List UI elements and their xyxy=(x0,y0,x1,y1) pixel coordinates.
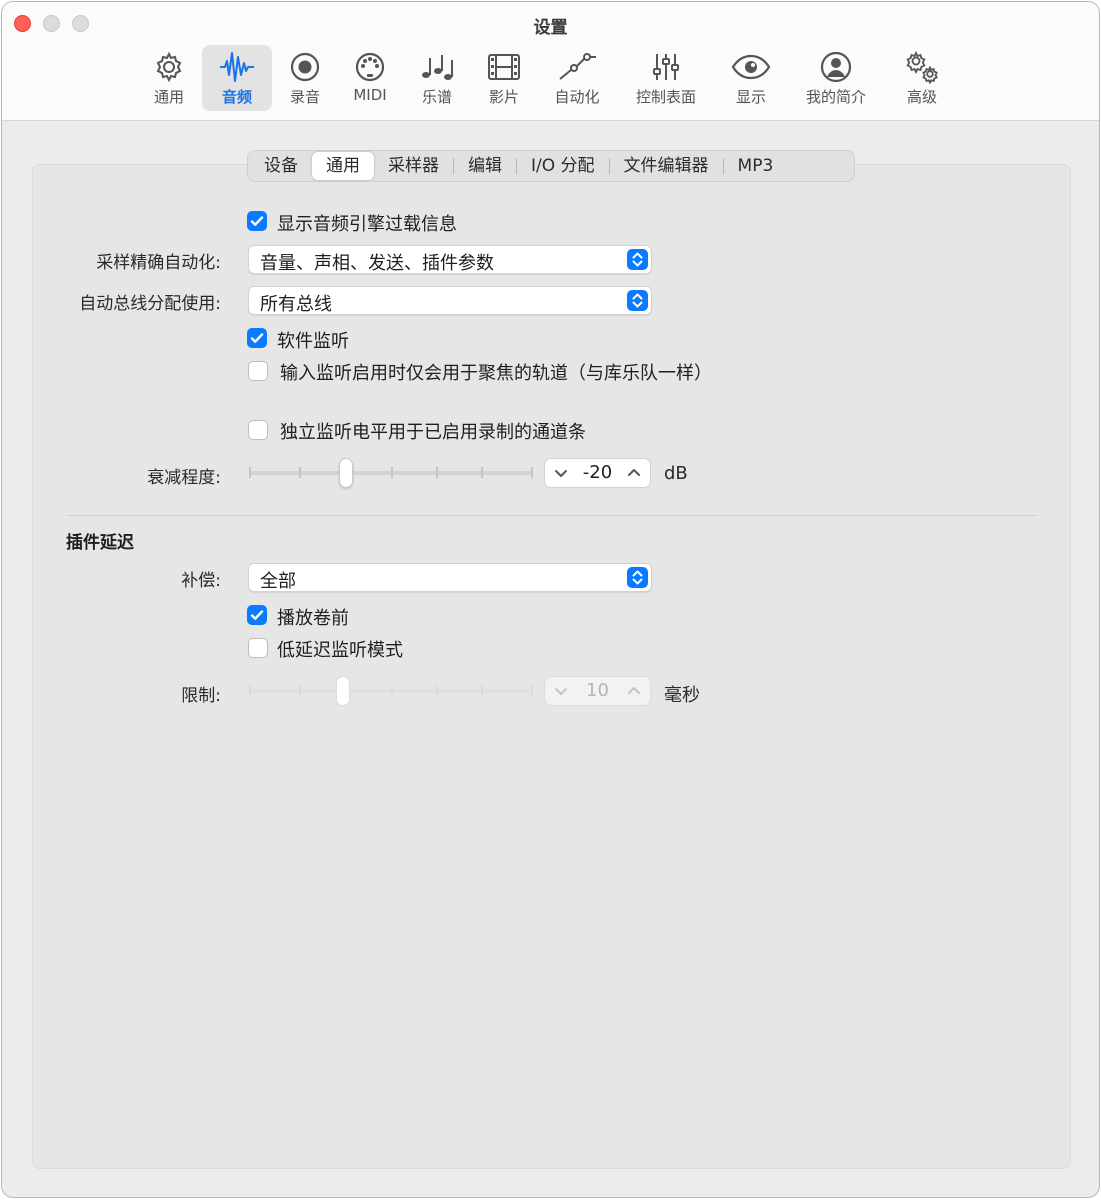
popup-chevrons-icon xyxy=(627,249,648,270)
slider-tick xyxy=(249,467,251,478)
toolbar-label: 录音 xyxy=(289,88,320,106)
gear-icon xyxy=(152,50,186,84)
toolbar-label: MIDI xyxy=(353,86,387,104)
automation-curve-icon xyxy=(557,50,597,84)
sample-accurate-automation-label: 采样精确自动化: xyxy=(96,253,221,273)
low-latency-mode-label: 低延迟监听模式 xyxy=(277,640,403,661)
plugin-latency-title: 插件延迟 xyxy=(66,533,134,553)
popup-chevrons-icon xyxy=(627,290,648,311)
slider-knob[interactable] xyxy=(338,458,353,488)
film-icon xyxy=(486,50,522,84)
limit-unit: 毫秒 xyxy=(664,685,700,706)
dim-level-label: 衰减程度: xyxy=(147,468,221,488)
gears-icon xyxy=(902,50,942,84)
independent-monitoring-level-checkbox[interactable] xyxy=(248,420,268,440)
toolbar-label: 高级 xyxy=(906,88,937,106)
window-title: 设置 xyxy=(533,18,568,38)
tab-mp3[interactable]: MP3 xyxy=(724,152,788,180)
slider-tick xyxy=(391,467,393,478)
toolbar-label: 显示 xyxy=(735,88,766,106)
toolbar-label: 自动化 xyxy=(554,88,600,106)
audio-subtabs: 设备 通用 采样器 编辑 I/O 分配 文件编辑器 MP3 xyxy=(247,150,855,182)
chevron-up-icon[interactable] xyxy=(626,683,642,703)
popup-value: 所有总线 xyxy=(260,294,332,315)
toolbar-label: 影片 xyxy=(488,88,519,106)
playback-preroll-checkbox[interactable] xyxy=(247,605,267,625)
toolbar-label: 通用 xyxy=(153,88,184,106)
dim-level-unit: dB xyxy=(664,463,688,484)
input-monitoring-focused-label: 输入监听启用时仅会用于聚焦的轨道（与库乐队一样） xyxy=(280,363,712,384)
tab-io-assignments[interactable]: I/O 分配 xyxy=(517,152,609,180)
faders-icon xyxy=(649,50,683,84)
input-monitoring-focused-checkbox[interactable] xyxy=(248,361,268,381)
toolbar-label: 乐谱 xyxy=(421,88,452,106)
playback-preroll-label: 播放卷前 xyxy=(277,608,349,629)
popup-value: 全部 xyxy=(260,571,296,592)
popup-chevrons-icon xyxy=(627,567,648,588)
slider-tick xyxy=(481,685,483,696)
toolbar-label: 我的简介 xyxy=(805,88,866,106)
slider-tick xyxy=(531,685,533,696)
slider-tick xyxy=(531,467,533,478)
toolbar-my-info[interactable]: 我的简介 xyxy=(798,45,874,111)
slider-tick xyxy=(391,685,393,696)
section-divider xyxy=(66,515,1038,516)
toolbar-general[interactable]: 通用 xyxy=(139,45,199,111)
record-icon xyxy=(288,50,322,84)
tab-file-editor[interactable]: 文件编辑器 xyxy=(610,152,723,180)
toolbar-midi[interactable]: MIDI xyxy=(342,45,398,111)
eye-icon xyxy=(731,50,771,84)
music-notes-icon xyxy=(419,50,455,84)
slider-tick xyxy=(436,685,438,696)
tab-sampler[interactable]: 采样器 xyxy=(374,152,453,180)
slider-knob[interactable] xyxy=(335,676,350,706)
sample-accurate-automation-popup[interactable]: 音量、声相、发送、插件参数 xyxy=(248,245,652,274)
checkmark-icon xyxy=(250,216,264,226)
tab-general[interactable]: 通用 xyxy=(312,152,374,180)
slider-tick xyxy=(436,467,438,478)
slider-tick xyxy=(481,467,483,478)
limit-label: 限制: xyxy=(181,686,221,706)
checkmark-icon xyxy=(250,333,264,343)
person-icon xyxy=(819,50,853,84)
show-overload-checkbox[interactable] xyxy=(247,211,267,231)
limit-stepper[interactable]: 10 xyxy=(544,676,651,706)
toolbar-record[interactable]: 录音 xyxy=(277,45,333,111)
software-monitoring-checkbox[interactable] xyxy=(247,328,267,348)
compensation-label: 补偿: xyxy=(181,571,221,591)
popup-value: 音量、声相、发送、插件参数 xyxy=(260,253,494,274)
tab-editing[interactable]: 编辑 xyxy=(454,152,516,180)
settings-window: 设置 通用 音频 录音 MIDI 乐谱 影片 自动化 控制表面 显示 我的简介 … xyxy=(1,1,1100,1198)
checkmark-icon xyxy=(250,610,264,620)
auto-bus-assignment-label: 自动总线分配使用: xyxy=(79,294,221,314)
low-latency-mode-checkbox[interactable] xyxy=(248,638,268,658)
slider-tick xyxy=(299,467,301,478)
dim-level-stepper[interactable]: -20 xyxy=(544,458,651,488)
chevron-up-icon[interactable] xyxy=(626,465,642,485)
toolbar-score[interactable]: 乐谱 xyxy=(409,45,465,111)
toolbar-advanced[interactable]: 高级 xyxy=(894,45,950,111)
independent-monitoring-level-label: 独立监听电平用于已启用录制的通道条 xyxy=(280,422,586,443)
slider-tick xyxy=(249,685,251,696)
toolbar-display[interactable]: 显示 xyxy=(723,45,779,111)
titlebar: 设置 通用 音频 录音 MIDI 乐谱 影片 自动化 控制表面 显示 我的简介 … xyxy=(2,2,1099,121)
toolbar-audio[interactable]: 音频 xyxy=(202,45,272,111)
toolbar-movie[interactable]: 影片 xyxy=(476,45,532,111)
software-monitoring-label: 软件监听 xyxy=(277,331,349,352)
slider-tick xyxy=(299,685,301,696)
auto-bus-assignment-popup[interactable]: 所有总线 xyxy=(248,286,652,315)
toolbar-label: 控制表面 xyxy=(635,88,696,106)
toolbar-automation[interactable]: 自动化 xyxy=(544,45,610,111)
midi-port-icon xyxy=(353,50,387,84)
show-overload-label: 显示音频引擎过载信息 xyxy=(277,214,457,235)
waveform-icon xyxy=(218,50,256,84)
tab-devices[interactable]: 设备 xyxy=(250,152,312,180)
compensation-popup[interactable]: 全部 xyxy=(248,563,652,592)
toolbar-label: 音频 xyxy=(221,88,252,106)
toolbar-control-surfaces[interactable]: 控制表面 xyxy=(628,45,704,111)
